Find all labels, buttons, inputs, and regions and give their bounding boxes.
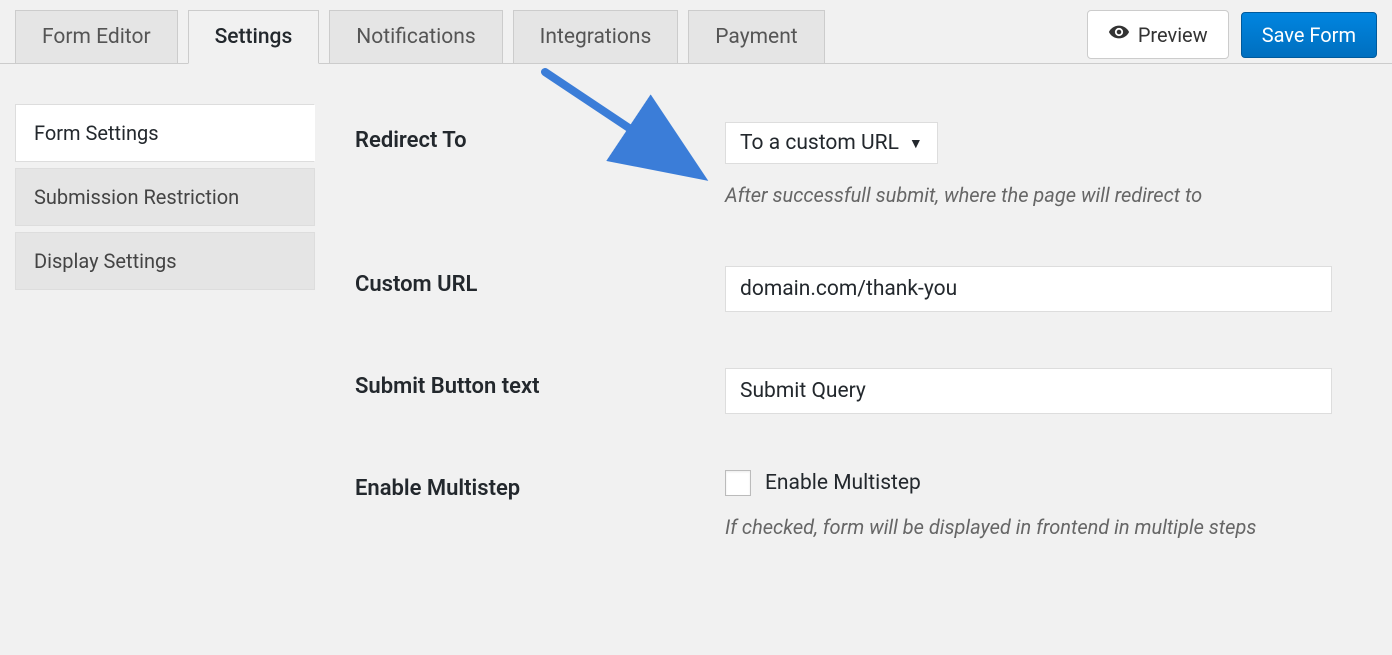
chevron-down-icon: ▼: [909, 135, 923, 152]
multistep-label: Enable Multistep: [355, 470, 725, 501]
save-label: Save Form: [1262, 23, 1356, 47]
sidebar-item-display-settings[interactable]: Display Settings: [15, 232, 315, 290]
redirect-label: Redirect To: [355, 122, 725, 153]
sidebar-item-form-settings[interactable]: Form Settings: [15, 104, 315, 162]
redirect-help: After successfull submit, where the page…: [725, 180, 1332, 210]
redirect-select-value: To a custom URL: [740, 131, 899, 155]
tab-settings[interactable]: Settings: [188, 10, 320, 64]
save-button[interactable]: Save Form: [1241, 12, 1377, 58]
tab-payment[interactable]: Payment: [688, 10, 824, 63]
custom-url-input[interactable]: [725, 266, 1332, 312]
submit-text-input[interactable]: [725, 368, 1332, 414]
tab-notifications[interactable]: Notifications: [329, 10, 502, 63]
tab-integrations[interactable]: Integrations: [513, 10, 679, 63]
sidebar-item-submission-restriction[interactable]: Submission Restriction: [15, 168, 315, 226]
multistep-checkbox-label: Enable Multistep: [765, 471, 921, 495]
custom-url-label: Custom URL: [355, 266, 725, 297]
multistep-checkbox[interactable]: [725, 470, 751, 496]
tab-form-editor[interactable]: Form Editor: [15, 10, 178, 63]
preview-label: Preview: [1138, 23, 1208, 47]
multistep-help: If checked, form will be displayed in fr…: [725, 512, 1332, 542]
submit-text-label: Submit Button text: [355, 368, 725, 399]
redirect-select[interactable]: To a custom URL ▼: [725, 122, 938, 164]
preview-button[interactable]: Preview: [1087, 10, 1229, 59]
eye-icon: [1108, 21, 1130, 48]
